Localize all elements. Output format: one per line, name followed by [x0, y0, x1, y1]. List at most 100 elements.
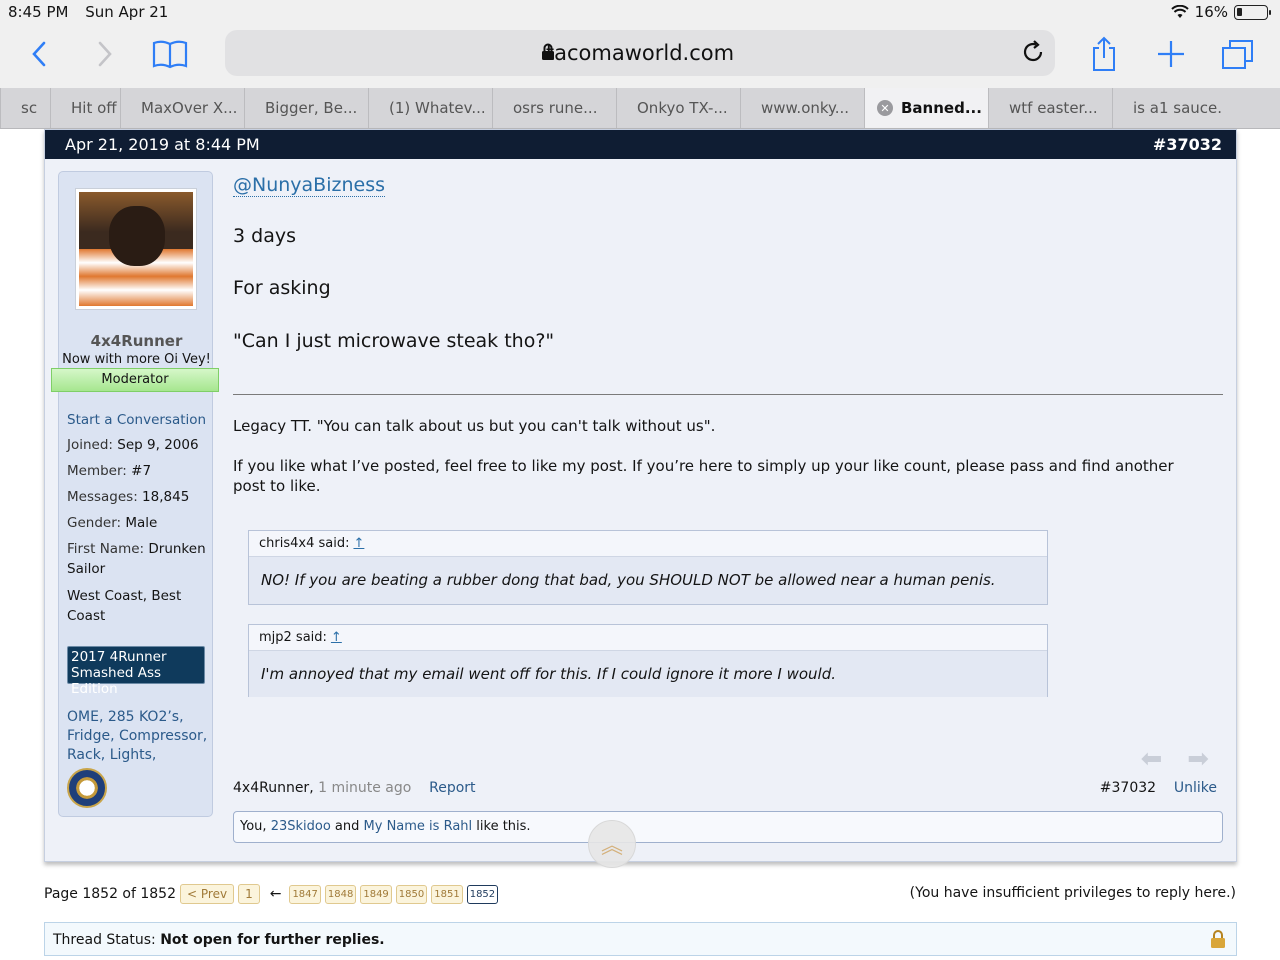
- status-time: 8:45 PM: [8, 3, 69, 21]
- browser-toolbar: tacomaworld.com: [0, 26, 1280, 88]
- page-link[interactable]: 1847: [289, 884, 321, 904]
- quote-block: mjp2 said: ↑ I'm annoyed that my email we…: [248, 624, 1048, 697]
- user-location: West Coast, Best Coast: [67, 588, 182, 624]
- tab[interactable]: (1) Whatev...: [368, 88, 492, 128]
- user-gender: Gender: Male: [67, 515, 158, 531]
- post-author[interactable]: 4x4Runner: [233, 780, 309, 796]
- battery-percent: 16%: [1194, 3, 1228, 21]
- tab[interactable]: MaxOver X...: [120, 88, 244, 128]
- tab-bar: sc Hit off t MaxOver X... Bigger, Be... (1) …: [0, 88, 1280, 129]
- tab-label: sc: [21, 99, 38, 117]
- thread-status-value: Not open for further replies.: [160, 932, 385, 948]
- back-icon[interactable]: [26, 34, 52, 74]
- mention-link[interactable]: @NunyaBizness: [233, 174, 385, 197]
- liker-link[interactable]: 23Skidoo: [271, 819, 331, 834]
- quote-jump-icon[interactable]: ↑: [331, 630, 342, 645]
- likes-tail: like this.: [476, 819, 531, 834]
- likes-you: You,: [240, 819, 267, 834]
- tab[interactable]: osrs rune...: [492, 88, 616, 128]
- page-link[interactable]: 1850: [395, 884, 428, 904]
- reload-icon[interactable]: [1021, 40, 1045, 64]
- tab-label: is a1 sauce...: [1133, 99, 1222, 117]
- page-content: Apr 21, 2019 at 8:44 PM #37032 4x4Runner…: [0, 129, 1280, 960]
- post-permalink[interactable]: #37032: [1100, 780, 1156, 796]
- arrow-right-icon[interactable]: ➡: [1187, 744, 1209, 774]
- new-tab-icon[interactable]: [1154, 34, 1188, 74]
- page-link[interactable]: 1849: [360, 884, 392, 904]
- page-link-first[interactable]: 1: [238, 884, 260, 904]
- tab-label: Bigger, Be...: [265, 99, 358, 117]
- no-reply-notice: (You have insufficient privileges to rep…: [909, 885, 1236, 901]
- tab-label: Banned...: [901, 99, 982, 117]
- screen: 8:45 PM Sun Apr 21 16% tacomaworld.com s…: [0, 0, 1280, 960]
- tab-label: (1) Whatev...: [389, 99, 486, 117]
- arrow-left-icon[interactable]: ⬅: [1141, 744, 1163, 774]
- thread-status: Thread Status: Not open for further repl…: [44, 922, 1237, 956]
- post-number[interactable]: #37032: [1153, 135, 1222, 154]
- post-line-3: "Can I just microwave steak tho?": [233, 330, 555, 352]
- tab[interactable]: www.onky...: [740, 88, 864, 128]
- signature-divider: [233, 394, 1223, 395]
- quote-text: I'm annoyed that my email went off for t…: [261, 665, 837, 683]
- post-nav-arrows: ⬅ ➡: [1141, 744, 1209, 774]
- tab-label: wtf easter...: [1009, 99, 1098, 117]
- address-bar[interactable]: tacomaworld.com: [225, 30, 1055, 76]
- scroll-top-button[interactable]: ︽: [588, 820, 636, 868]
- page-label: Page 1852 of 1852: [44, 886, 176, 902]
- page-link[interactable]: 1851: [431, 884, 463, 904]
- coast-guard-seal-icon: [67, 768, 107, 808]
- post-time: 1 minute ago: [318, 780, 412, 796]
- status-date: Sun Apr 21: [85, 3, 169, 21]
- tab-label: osrs rune...: [513, 99, 598, 117]
- tab[interactable]: sc: [0, 88, 50, 128]
- tabs-overview-icon[interactable]: [1220, 34, 1256, 74]
- quote-block: chris4x4 said: ↑ NO! If you are beating a…: [248, 530, 1048, 605]
- quote-header: mjp2 said: ↑: [249, 625, 1047, 651]
- unlike-link[interactable]: Unlike: [1174, 780, 1217, 796]
- tab-active[interactable]: ✕ Banned...: [864, 88, 988, 128]
- user-info-panel: 4x4Runner Now with more Oi Vey! Moderato…: [51, 171, 219, 817]
- post-line-1: 3 days: [233, 225, 296, 247]
- padlock-icon: [1211, 930, 1225, 948]
- tab-label: www.onky...: [761, 99, 850, 117]
- post-header: Apr 21, 2019 at 8:44 PM #37032: [45, 130, 1236, 159]
- report-link[interactable]: Report: [429, 780, 475, 796]
- page-link[interactable]: 1848: [324, 884, 357, 904]
- user-title: Now with more Oi Vey!: [62, 352, 211, 367]
- tab[interactable]: is a1 sauce...: [1112, 88, 1222, 128]
- user-first-name: First Name: Drunken Sailor: [67, 541, 206, 577]
- tab-label: Onkyo TX-...: [637, 99, 728, 117]
- quote-text: NO! If you are beating a rubber dong tha…: [261, 571, 996, 589]
- prev-page-button[interactable]: < Prev: [180, 884, 235, 904]
- liker-link[interactable]: My Name is Rahl: [364, 819, 473, 834]
- close-tab-icon[interactable]: ✕: [877, 100, 893, 116]
- page-gap-arrow[interactable]: ←: [270, 886, 282, 902]
- tab[interactable]: wtf easter...: [988, 88, 1112, 128]
- user-member-number: Member: #7: [67, 463, 152, 479]
- post-date: Apr 21, 2019 at 8:44 PM: [65, 135, 260, 154]
- forum-post: Apr 21, 2019 at 8:44 PM #37032 4x4Runner…: [44, 129, 1237, 868]
- page-link-current[interactable]: 1852: [466, 884, 499, 904]
- tab-label: Hit off t: [71, 99, 120, 117]
- bookmarks-icon[interactable]: [150, 34, 190, 74]
- post-line-2: For asking: [233, 277, 331, 299]
- username[interactable]: 4x4Runner: [59, 332, 214, 350]
- share-icon[interactable]: [1088, 34, 1120, 74]
- thread-status-label: Thread Status:: [53, 932, 156, 948]
- tab[interactable]: Onkyo TX-...: [616, 88, 740, 128]
- status-bar: 8:45 PM Sun Apr 21 16%: [0, 0, 1280, 26]
- tab[interactable]: Bigger, Be...: [244, 88, 368, 128]
- start-conversation-link[interactable]: Start a Conversation: [67, 410, 207, 430]
- tab[interactable]: Hit off t: [50, 88, 120, 128]
- tab-label: MaxOver X...: [141, 99, 238, 117]
- signature-line-2: If you like what I’ve posted, feel free …: [233, 457, 1174, 495]
- quote-header: chris4x4 said: ↑: [249, 531, 1047, 557]
- vehicle-badge: 2017 4Runner Smashed Ass Edition: [67, 646, 205, 697]
- post-footer: 4x4Runner, 1 minute ago Report #37032 Un…: [233, 780, 1217, 796]
- quote-jump-icon[interactable]: ↑: [353, 536, 364, 551]
- avatar[interactable]: [75, 188, 197, 310]
- moderator-ribbon: Moderator: [51, 368, 219, 392]
- likes-summary: You, 23Skidoo and My Name is Rahl like t…: [233, 811, 1223, 843]
- url-text: tacomaworld.com: [545, 41, 735, 65]
- forward-icon[interactable]: [92, 34, 118, 74]
